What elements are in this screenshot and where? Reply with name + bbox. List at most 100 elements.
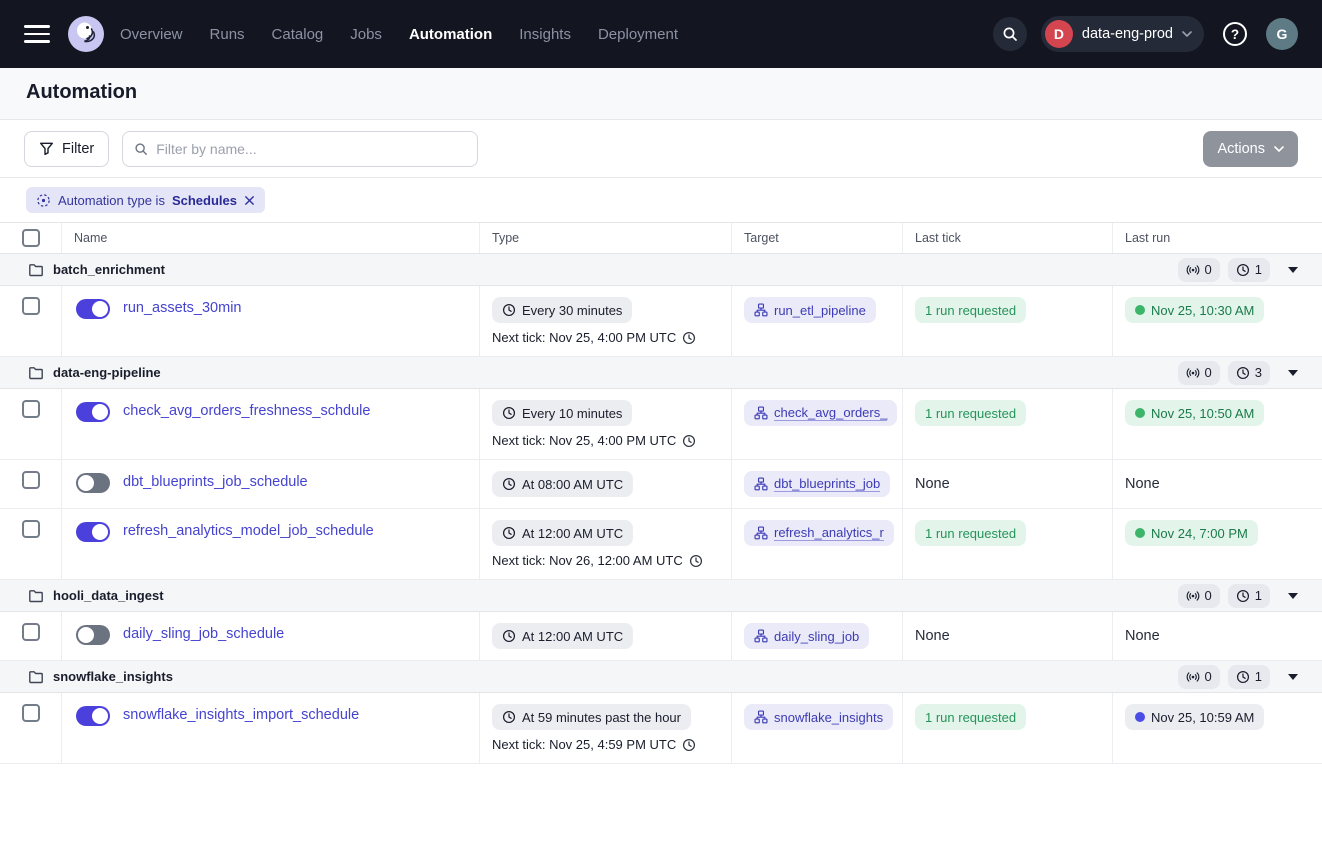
schedule-toggle[interactable]	[76, 706, 110, 726]
schedule-toggle[interactable]	[76, 402, 110, 422]
sensor-icon	[1186, 366, 1200, 380]
last-tick-chip[interactable]: 1 run requested	[915, 704, 1026, 730]
schedule-name-link[interactable]: check_avg_orders_freshness_schdule	[123, 400, 370, 422]
sensor-count-badge: 0	[1178, 361, 1220, 385]
schedule-toggle[interactable]	[76, 522, 110, 542]
nav-item-catalog[interactable]: Catalog	[272, 26, 324, 43]
automation-table: Name Type Target Last tick Last run batc…	[0, 222, 1322, 764]
next-tick-label: Next tick: Nov 25, 4:00 PM UTC	[492, 330, 719, 345]
clock-icon	[1236, 263, 1250, 277]
schedule-name-link[interactable]: run_assets_30min	[123, 297, 242, 319]
column-header-last-tick: Last tick	[903, 223, 1113, 253]
filter-button[interactable]: Filter	[24, 131, 109, 167]
schedule-name-link[interactable]: daily_sling_job_schedule	[123, 623, 284, 645]
schedule-count-badge: 1	[1228, 258, 1270, 282]
last-run-chip[interactable]: Nov 25, 10:50 AM	[1125, 400, 1264, 426]
sensor-icon	[1186, 263, 1200, 277]
sensor-count-badge: 0	[1178, 665, 1220, 689]
schedule-name-link[interactable]: refresh_analytics_model_job_schedule	[123, 520, 374, 542]
nav-item-jobs[interactable]: Jobs	[350, 26, 382, 43]
row-checkbox[interactable]	[22, 471, 40, 489]
target-chip[interactable]: check_avg_orders_	[744, 400, 897, 426]
group-row[interactable]: batch_enrichment 0 1	[0, 254, 1322, 286]
chevron-down-icon	[1274, 146, 1284, 152]
schedule-toggle[interactable]	[76, 473, 110, 493]
schedule-toggle[interactable]	[76, 299, 110, 319]
schedule-count-badge: 1	[1228, 665, 1270, 689]
automation-row: dbt_blueprints_job_schedule At 08:00 AM …	[0, 460, 1322, 509]
target-chip[interactable]: dbt_blueprints_job	[744, 471, 890, 497]
job-icon	[754, 526, 768, 540]
target-chip[interactable]: refresh_analytics_r	[744, 520, 894, 546]
group-name: batch_enrichment	[53, 262, 165, 277]
folder-icon	[28, 365, 44, 381]
nav-item-deployment[interactable]: Deployment	[598, 26, 678, 43]
collapse-caret-icon[interactable]	[1288, 267, 1298, 273]
nav-item-runs[interactable]: Runs	[210, 26, 245, 43]
hamburger-menu-icon[interactable]	[24, 25, 50, 43]
last-tick-chip[interactable]: 1 run requested	[915, 297, 1026, 323]
sensor-count-badge: 0	[1178, 258, 1220, 282]
nav-item-overview[interactable]: Overview	[120, 26, 183, 43]
row-checkbox[interactable]	[22, 704, 40, 722]
select-all-checkbox[interactable]	[22, 229, 40, 247]
nav-item-automation[interactable]: Automation	[409, 26, 492, 43]
run-status-dot	[1135, 305, 1145, 315]
last-run-chip[interactable]: Nov 24, 7:00 PM	[1125, 520, 1258, 546]
last-run-chip[interactable]: Nov 25, 10:59 AM	[1125, 704, 1264, 730]
collapse-caret-icon[interactable]	[1288, 370, 1298, 376]
folder-icon	[28, 262, 44, 278]
column-header-last-run: Last run	[1113, 223, 1322, 253]
toggle-knob	[92, 708, 108, 724]
clock-icon	[502, 526, 516, 540]
user-avatar[interactable]: G	[1266, 18, 1298, 50]
sensor-icon	[1186, 670, 1200, 684]
nav-item-insights[interactable]: Insights	[519, 26, 571, 43]
group-row[interactable]: snowflake_insights 0 1	[0, 661, 1322, 693]
help-button[interactable]: ?	[1218, 17, 1252, 51]
clock-icon	[502, 629, 516, 643]
automation-filter-icon	[36, 193, 51, 208]
automation-type-filter-chip[interactable]: Automation type is Schedules	[26, 187, 265, 213]
clock-icon	[682, 434, 696, 448]
last-tick-chip[interactable]: 1 run requested	[915, 400, 1026, 426]
schedule-toggle[interactable]	[76, 625, 110, 645]
actions-button[interactable]: Actions	[1203, 131, 1298, 167]
row-checkbox[interactable]	[22, 520, 40, 538]
toggle-knob	[78, 475, 94, 491]
column-header-name: Name	[62, 223, 480, 253]
search-icon	[1002, 26, 1018, 42]
collapse-caret-icon[interactable]	[1288, 593, 1298, 599]
collapse-caret-icon[interactable]	[1288, 674, 1298, 680]
automation-row: run_assets_30min Every 30 minutes Next t…	[0, 286, 1322, 357]
dagster-logo-icon[interactable]	[68, 16, 104, 52]
target-chip[interactable]: snowflake_insights	[744, 704, 893, 730]
last-tick-none: None	[915, 476, 950, 492]
automation-row: refresh_analytics_model_job_schedule At …	[0, 509, 1322, 580]
name-filter-input[interactable]	[156, 141, 466, 157]
last-tick-chip[interactable]: 1 run requested	[915, 520, 1026, 546]
row-checkbox[interactable]	[22, 297, 40, 315]
target-chip[interactable]: daily_sling_job	[744, 623, 869, 649]
schedule-name-link[interactable]: snowflake_insights_import_schedule	[123, 704, 359, 726]
automation-row: check_avg_orders_freshness_schdule Every…	[0, 389, 1322, 460]
toggle-knob	[92, 404, 108, 420]
folder-icon	[28, 669, 44, 685]
chevron-down-icon	[1182, 31, 1192, 37]
target-name: dbt_blueprints_job	[774, 476, 880, 492]
last-run-chip[interactable]: Nov 25, 10:30 AM	[1125, 297, 1264, 323]
search-button[interactable]	[993, 17, 1027, 51]
schedule-name-link[interactable]: dbt_blueprints_job_schedule	[123, 471, 308, 493]
group-row[interactable]: data-eng-pipeline 0 3	[0, 357, 1322, 389]
run-status-dot	[1135, 408, 1145, 418]
row-checkbox[interactable]	[22, 623, 40, 641]
next-tick-label: Next tick: Nov 25, 4:59 PM UTC	[492, 737, 719, 752]
row-checkbox[interactable]	[22, 400, 40, 418]
remove-filter-icon[interactable]	[244, 195, 255, 206]
toggle-knob	[92, 524, 108, 540]
schedule-interval-chip: At 12:00 AM UTC	[492, 623, 633, 649]
target-chip[interactable]: run_etl_pipeline	[744, 297, 876, 323]
group-row[interactable]: hooli_data_ingest 0 1	[0, 580, 1322, 612]
job-icon	[754, 477, 768, 491]
deployment-switcher[interactable]: D data-eng-prod	[1041, 16, 1204, 52]
